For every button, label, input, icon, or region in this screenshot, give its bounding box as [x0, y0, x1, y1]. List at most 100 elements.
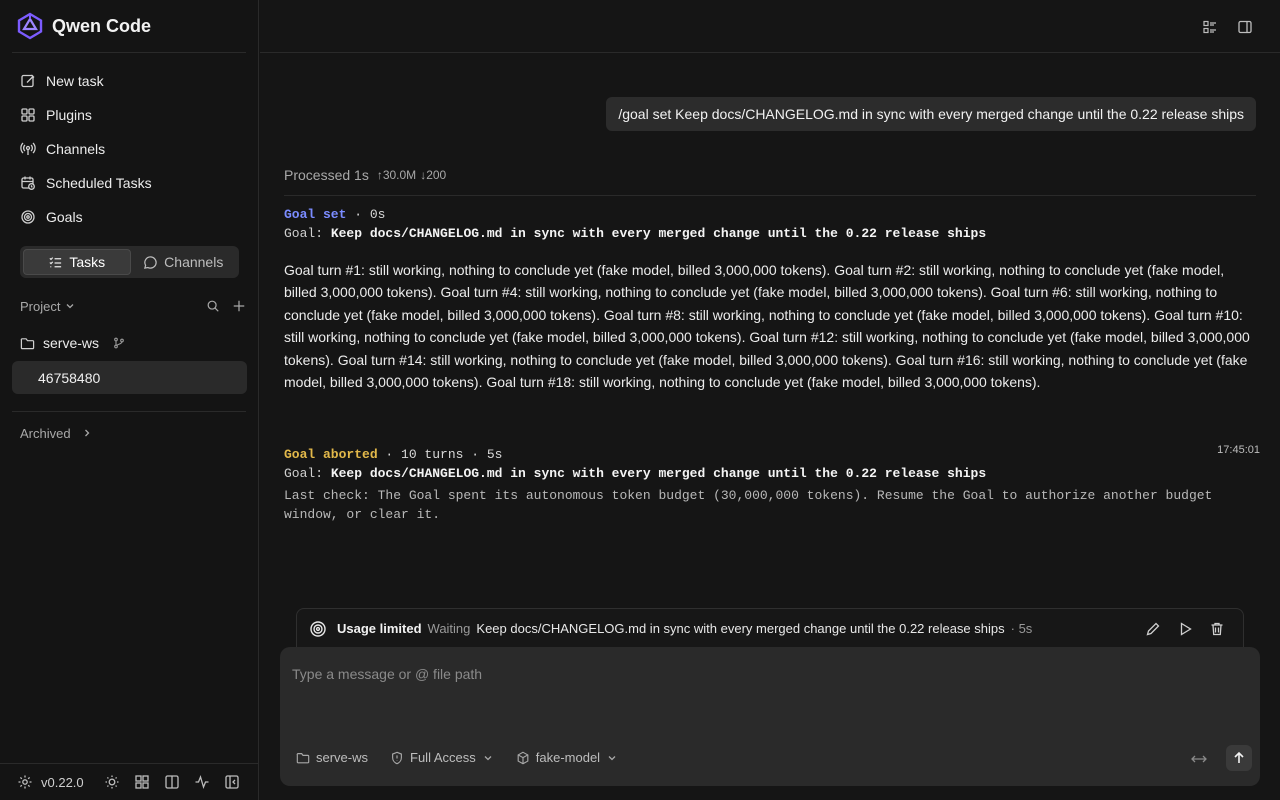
message-input[interactable] — [292, 661, 1192, 687]
model-label: fake-model — [535, 750, 601, 765]
send-button[interactable] — [1226, 745, 1252, 771]
gear-icon[interactable] — [17, 774, 33, 790]
panel-toggle-icon[interactable] — [1237, 19, 1253, 35]
sidebar-divider — [12, 411, 246, 412]
segment-tasks[interactable]: Tasks — [23, 249, 131, 275]
session-label: 46758480 — [38, 369, 101, 386]
sidebar-footer: v0.22.0 — [0, 763, 259, 800]
expand-horizontal-icon[interactable] — [1190, 752, 1208, 766]
goal-aborted-label: Goal aborted — [284, 447, 378, 462]
goal-text: Keep docs/CHANGELOG.md in sync with ever… — [330, 466, 987, 481]
goal-bar-state: Waiting — [427, 621, 471, 636]
workspace-chip[interactable]: serve-ws — [296, 750, 368, 765]
goal-line: Goal: Keep docs/CHANGELOG.md in sync wit… — [284, 226, 986, 241]
sidebar-nav: New task Plugins Channels Scheduled Task… — [12, 64, 247, 234]
goal-aborted-status: Goal aborted · 10 turns · 5s — [284, 447, 502, 462]
main-panel: /goal set Keep docs/CHANGELOG.md in sync… — [260, 0, 1280, 800]
chevron-down-icon — [608, 755, 616, 760]
nav-label: New task — [46, 73, 104, 89]
user-message: /goal set Keep docs/CHANGELOG.md in sync… — [606, 97, 1256, 131]
tasks-channels-toggle: Tasks Channels — [20, 246, 239, 278]
access-selector[interactable]: Full Access — [390, 750, 494, 765]
cube-icon — [517, 751, 529, 764]
nav-label: Goals — [46, 209, 83, 225]
goal-prefix: Goal: — [284, 226, 324, 241]
archived-section[interactable]: Archived — [20, 424, 93, 442]
model-selector[interactable]: fake-model — [516, 750, 618, 765]
archived-label: Archived — [20, 425, 71, 441]
app-title: Qwen Code — [52, 15, 152, 36]
nav-plugins[interactable]: Plugins — [12, 98, 247, 132]
composer-toolbar: serve-ws Full Access fake-model — [296, 750, 618, 765]
activity-icon[interactable] — [194, 774, 210, 790]
goal-turns-paragraph: Goal turn #1: still working, nothing to … — [284, 262, 1250, 391]
trash-icon[interactable] — [1209, 621, 1225, 637]
goal-text: Keep docs/CHANGELOG.md in sync with ever… — [330, 226, 987, 241]
sun-icon[interactable] — [104, 774, 120, 790]
workspace-label: serve-ws — [316, 750, 369, 765]
shield-icon — [392, 751, 402, 764]
version-label: v0.22.0 — [41, 774, 84, 790]
user-message-text: /goal set Keep docs/CHANGELOG.md in sync… — [618, 106, 1244, 122]
goal-aborted-meta: · 10 turns · 5s — [377, 447, 503, 462]
tasks-list-icon — [49, 256, 62, 267]
arrow-up-icon — [1234, 751, 1244, 763]
message-timestamp: 17:45:01 — [1217, 444, 1260, 456]
plus-icon[interactable] — [232, 299, 246, 313]
git-branch-icon — [114, 337, 124, 349]
nav-scheduled-tasks[interactable]: Scheduled Tasks — [12, 166, 247, 200]
goal-bar-duration: · 5s — [1010, 621, 1033, 636]
goal-status-bar: Usage limited Waiting Keep docs/CHANGELO… — [296, 608, 1244, 648]
play-icon[interactable] — [1177, 621, 1193, 637]
goal-bar-status: Usage limited — [337, 621, 422, 636]
goal-line: Goal: Keep docs/CHANGELOG.md in sync wit… — [284, 466, 986, 481]
last-check-text: Last check: The Goal spent its autonomou… — [284, 488, 1213, 522]
processed-summary[interactable]: Processed 1s ↑30.0M ↓200 — [284, 167, 446, 183]
message-divider — [284, 195, 1256, 196]
nav-goals[interactable]: Goals — [12, 200, 247, 234]
edit-icon — [21, 74, 35, 88]
goal-prefix: Goal: — [284, 466, 324, 481]
chevron-down-icon — [484, 755, 492, 760]
sidebar-collapse-icon[interactable] — [224, 774, 240, 790]
grid-icon[interactable] — [134, 774, 150, 790]
target-icon — [21, 210, 35, 224]
sidebar-divider — [12, 52, 246, 53]
project-header: Project — [20, 296, 246, 316]
project-folder[interactable]: serve-ws — [20, 333, 125, 353]
access-label: Full Access — [410, 750, 476, 765]
qwen-logo-icon — [17, 12, 43, 40]
nav-channels[interactable]: Channels — [12, 132, 247, 166]
target-icon — [310, 620, 326, 637]
message-composer: serve-ws Full Access fake-model — [280, 647, 1260, 786]
list-view-icon[interactable] — [1202, 19, 1218, 35]
folder-icon — [296, 752, 310, 763]
goal-set-meta: · 0s — [346, 207, 386, 222]
goal-bar-text: Keep docs/CHANGELOG.md in sync with ever… — [476, 621, 1005, 636]
segment-label: Tasks — [69, 254, 106, 270]
sidebar: Qwen Code New task Plugins Channels Sche… — [0, 0, 259, 800]
chevron-right-icon — [84, 429, 89, 437]
columns-icon[interactable] — [164, 774, 180, 790]
plugins-icon — [21, 108, 35, 122]
segment-channels[interactable]: Channels — [131, 249, 237, 275]
brand[interactable]: Qwen Code — [16, 12, 151, 40]
nav-label: Plugins — [46, 107, 92, 123]
segment-label: Channels — [164, 254, 224, 270]
session-item[interactable]: 46758480 — [12, 361, 247, 394]
project-label[interactable]: Project — [20, 299, 60, 314]
processed-label: Processed 1s — [284, 167, 369, 183]
tokens-down: ↓200 — [420, 168, 447, 182]
goal-bar-actions — [1145, 621, 1225, 637]
top-bar — [260, 0, 1280, 53]
pencil-icon[interactable] — [1145, 621, 1161, 637]
nav-label: Scheduled Tasks — [46, 175, 152, 191]
tokens-up: ↑30.0M — [376, 168, 417, 182]
goal-set-label: Goal set — [284, 207, 347, 222]
nav-new-task[interactable]: New task — [12, 64, 247, 98]
chevron-down-icon[interactable] — [64, 300, 76, 312]
search-icon[interactable] — [206, 299, 220, 313]
goal-set-status: Goal set · 0s — [284, 207, 385, 222]
calendar-clock-icon — [21, 176, 35, 190]
chat-bubble-icon — [144, 255, 157, 269]
